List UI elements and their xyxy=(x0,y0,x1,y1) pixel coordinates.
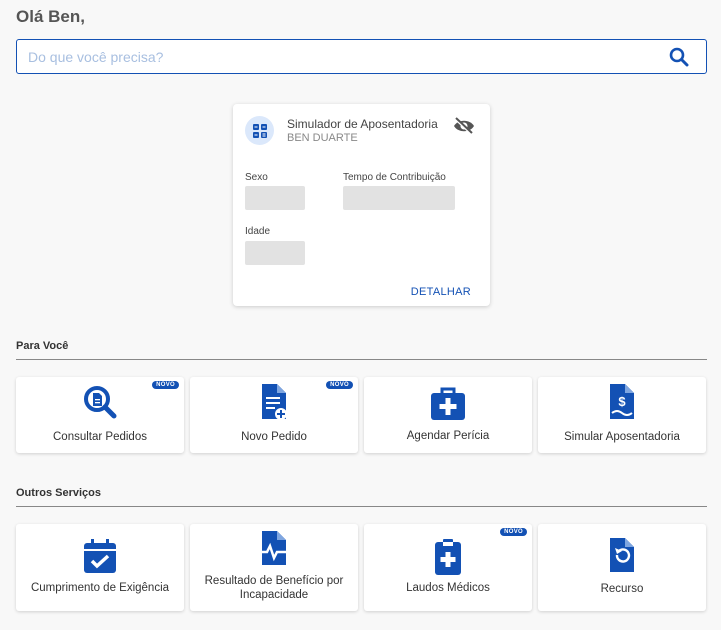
medical-kit-icon xyxy=(431,387,465,420)
tile-label: Laudos Médicos xyxy=(406,582,490,594)
search-bar[interactable]: Do que você precisa? xyxy=(16,39,707,74)
sexo-label: Sexo xyxy=(245,172,268,183)
calculator-icon xyxy=(252,123,267,138)
tile-label: Resultado de Benefício por Incapacidade xyxy=(204,575,344,601)
search-document-icon xyxy=(84,386,117,419)
search-icon xyxy=(669,47,689,66)
section-title-para-voce: Para Você xyxy=(16,340,69,352)
sexo-value-placeholder xyxy=(245,186,305,210)
tile-recurso[interactable]: Recurso xyxy=(538,524,706,611)
simulator-avatar xyxy=(245,116,274,145)
section-divider xyxy=(16,506,707,507)
tile-cumprimento-exigencia[interactable]: Cumprimento de Exigência xyxy=(16,524,184,611)
tile-label: Agendar Perícia xyxy=(406,430,490,442)
tile-agendar-pericia[interactable]: Agendar Perícia xyxy=(364,377,532,453)
tile-laudos-medicos[interactable]: NOVO Laudos Médicos xyxy=(364,524,532,611)
calendar-check-icon xyxy=(84,539,116,573)
tile-label: Simular Aposentadoria xyxy=(564,431,680,443)
tile-label: Recurso xyxy=(600,583,644,595)
detail-link[interactable]: DETALHAR xyxy=(411,286,471,298)
money-document-icon: $ xyxy=(610,384,634,419)
search-input[interactable]: Do que você precisa? xyxy=(17,49,660,65)
tempo-label: Tempo de Contribuição xyxy=(343,172,446,183)
idade-value-placeholder xyxy=(245,241,305,265)
simulator-title: Simulador de Aposentadoria xyxy=(287,117,438,131)
tile-label: Cumprimento de Exigência xyxy=(30,582,170,594)
new-badge: NOVO xyxy=(500,528,527,536)
search-button[interactable] xyxy=(660,40,698,73)
medical-clipboard-icon xyxy=(435,539,461,575)
tile-resultado-beneficio[interactable]: Resultado de Benefício por Incapacidade xyxy=(190,524,358,611)
heartbeat-document-icon xyxy=(259,531,289,565)
section-divider xyxy=(16,359,707,360)
user-name: BEN DUARTE xyxy=(287,132,358,144)
retirement-simulator-card: Simulador de Aposentadoria BEN DUARTE Se… xyxy=(233,104,490,306)
tile-consultar-pedidos[interactable]: NOVO Consultar Pedidos xyxy=(16,377,184,453)
section-title-outros-servicos: Outros Serviços xyxy=(16,487,101,499)
hide-values-button[interactable] xyxy=(452,117,476,140)
new-document-icon xyxy=(262,384,287,420)
new-badge: NOVO xyxy=(152,381,179,389)
new-badge: NOVO xyxy=(326,381,353,389)
undo-document-icon xyxy=(610,538,634,572)
idade-label: Idade xyxy=(245,226,271,237)
tile-label: Consultar Pedidos xyxy=(53,431,147,443)
tile-label: Novo Pedido xyxy=(241,431,307,443)
tile-simular-aposentadoria[interactable]: $ Simular Aposentadoria xyxy=(538,377,706,453)
eye-off-icon xyxy=(454,117,474,136)
tempo-value-placeholder xyxy=(343,186,455,210)
tile-novo-pedido[interactable]: NOVO Novo Pedido xyxy=(190,377,358,453)
svg-text:$: $ xyxy=(618,394,626,409)
greeting: Olá Ben, xyxy=(16,7,85,26)
